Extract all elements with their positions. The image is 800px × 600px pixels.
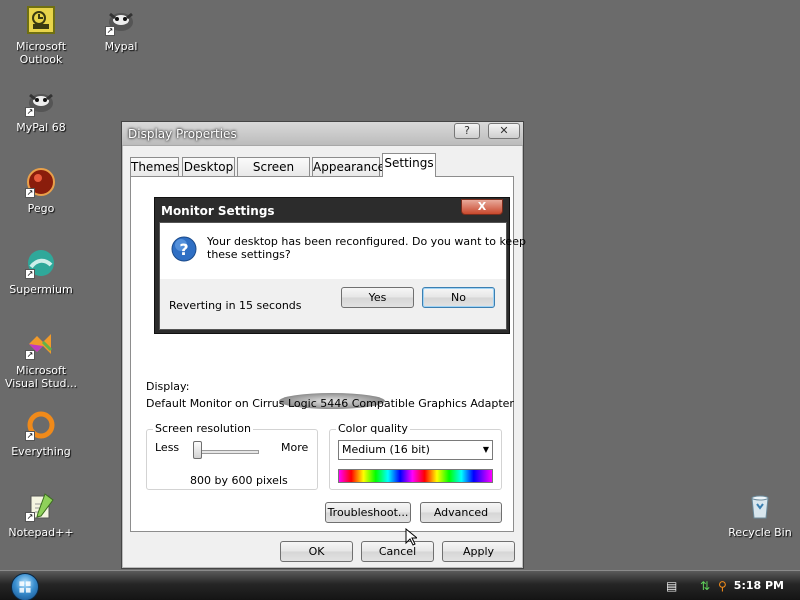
desktop-icon-mypal68[interactable]: ↗ MyPal 68: [2, 85, 80, 134]
desktop-icon-supermium[interactable]: ↗ Supermium: [2, 247, 80, 296]
desktop-icon-label: Microsoft: [15, 40, 67, 53]
tab-themes[interactable]: Themes: [130, 157, 179, 177]
desktop-icon-label: Notepad++: [8, 526, 74, 539]
shortcut-arrow-icon: ↗: [25, 431, 35, 441]
mypal68-icon: ↗: [25, 85, 57, 117]
clock[interactable]: 5:18 PM: [734, 579, 784, 592]
help-button[interactable]: ?: [454, 123, 480, 139]
display-adapter-name: Default Monitor on Cirrus Logic 5446 Com…: [146, 397, 514, 410]
desktop-icon-label: Pego: [27, 202, 55, 215]
shortcut-arrow-icon: ↗: [25, 107, 35, 117]
yes-button[interactable]: Yes: [341, 287, 414, 308]
display-label: Display:: [146, 380, 190, 393]
supermium-icon: ↗: [25, 247, 57, 279]
recycle-bin-icon: [744, 490, 776, 522]
everything-icon: ↗: [25, 409, 57, 441]
slider-less-label: Less: [155, 441, 180, 454]
revert-countdown: Reverting in 15 seconds: [169, 299, 302, 312]
dialog-body: ? Your desktop has been reconfigured. Do…: [159, 222, 526, 330]
desktop-icon-label: Recycle Bin: [728, 526, 792, 539]
color-quality-value: Medium (16 bit): [342, 443, 430, 456]
shortcut-arrow-icon: ↗: [25, 188, 35, 198]
resolution-slider-track[interactable]: [193, 450, 259, 454]
dialog-message-line2: these settings?: [207, 248, 291, 261]
screen-resolution-group: Screen resolution Less More 800 by 600 p…: [146, 422, 318, 490]
tab-appearance[interactable]: Appearance: [312, 157, 385, 177]
tab-screen-saver[interactable]: Screen Saver: [237, 157, 310, 192]
mouse-cursor-icon: [405, 528, 417, 546]
keyboard-tray-icon[interactable]: ▤: [666, 579, 677, 593]
tab-desktop[interactable]: Desktop: [182, 157, 235, 177]
color-quality-select[interactable]: Medium (16 bit) ▼: [338, 440, 493, 460]
color-spectrum-bar: [338, 469, 493, 483]
desktop-icon-label: Mypal: [104, 40, 138, 53]
shortcut-arrow-icon: ↗: [25, 512, 35, 522]
shortcut-arrow-icon: ↗: [105, 26, 115, 36]
dialog-close-button[interactable]: X: [461, 199, 503, 215]
visual-studio-icon: ↗: [25, 328, 57, 360]
advanced-button[interactable]: Advanced: [420, 502, 502, 523]
desktop-icon-pego[interactable]: ↗ Pego: [2, 166, 80, 215]
screen-resolution-title: Screen resolution: [153, 422, 253, 435]
desktop-icon-outlook[interactable]: Microsoft Outlook: [2, 4, 80, 66]
title-bar[interactable]: Display Properties ? ✕: [122, 122, 523, 146]
ok-button[interactable]: OK: [280, 541, 353, 562]
mypal-icon: ↗: [105, 4, 137, 36]
desktop-icon-notepadpp[interactable]: ↗ Notepad++: [2, 490, 80, 539]
resolution-value: 800 by 600 pixels: [190, 474, 288, 487]
desktop-icon-label: Everything: [11, 445, 71, 458]
slider-more-label: More: [281, 441, 309, 454]
color-quality-title: Color quality: [336, 422, 410, 435]
desktop-icon-everything[interactable]: ↗ Everything: [2, 409, 80, 458]
network-tray-icon[interactable]: ⇅: [700, 579, 710, 593]
dialog-message-area: ? Your desktop has been reconfigured. Do…: [160, 223, 526, 279]
desktop-icon-visual-studio[interactable]: ↗ Microsoft Visual Stud...: [2, 328, 80, 390]
resolution-slider-thumb[interactable]: [193, 441, 202, 459]
window-title: Display Properties: [128, 127, 237, 141]
desktop-icon-label: Visual Stud...: [4, 377, 78, 390]
search-tray-icon[interactable]: ⚲: [718, 579, 727, 593]
dialog-title: Monitor Settings: [161, 204, 275, 218]
troubleshoot-button[interactable]: Troubleshoot...: [325, 502, 411, 523]
desktop-icon-label: MyPal 68: [16, 121, 66, 134]
color-quality-group: Color quality Medium (16 bit) ▼: [329, 422, 502, 490]
close-button[interactable]: ✕: [488, 123, 520, 139]
desktop-icon-mypal[interactable]: ↗ Mypal: [82, 4, 160, 53]
notepadpp-icon: ↗: [25, 490, 57, 522]
taskbar: ▤ ⇅ ⚲ 5:18 PM: [0, 570, 800, 600]
dropdown-arrow-icon: ▼: [482, 445, 489, 454]
windows-logo-icon: [19, 581, 31, 593]
svg-text:?: ?: [179, 240, 188, 259]
monitor-settings-dialog: Monitor Settings X ? Your desktop has be…: [154, 197, 526, 334]
cancel-button[interactable]: Cancel: [361, 541, 434, 562]
dialog-message-line1: Your desktop has been reconfigured. Do y…: [207, 235, 526, 248]
desktop-icon-label: Supermium: [9, 283, 73, 296]
display-properties-window: Display Properties ? ✕ Themes Desktop Sc…: [121, 121, 524, 569]
pego-icon: ↗: [25, 166, 57, 198]
start-button[interactable]: [11, 573, 39, 600]
desktop-icon-recycle-bin[interactable]: Recycle Bin: [721, 490, 799, 539]
desktop-icon-label: Outlook: [19, 53, 63, 66]
desktop-icon-label: Microsoft: [15, 364, 67, 377]
question-icon: ?: [170, 235, 198, 263]
apply-button[interactable]: Apply: [442, 541, 515, 562]
shortcut-arrow-icon: ↗: [25, 269, 35, 279]
no-button[interactable]: No: [422, 287, 495, 308]
tab-settings[interactable]: Settings: [382, 153, 436, 177]
outlook-icon: [25, 4, 57, 36]
shortcut-arrow-icon: ↗: [25, 350, 35, 360]
